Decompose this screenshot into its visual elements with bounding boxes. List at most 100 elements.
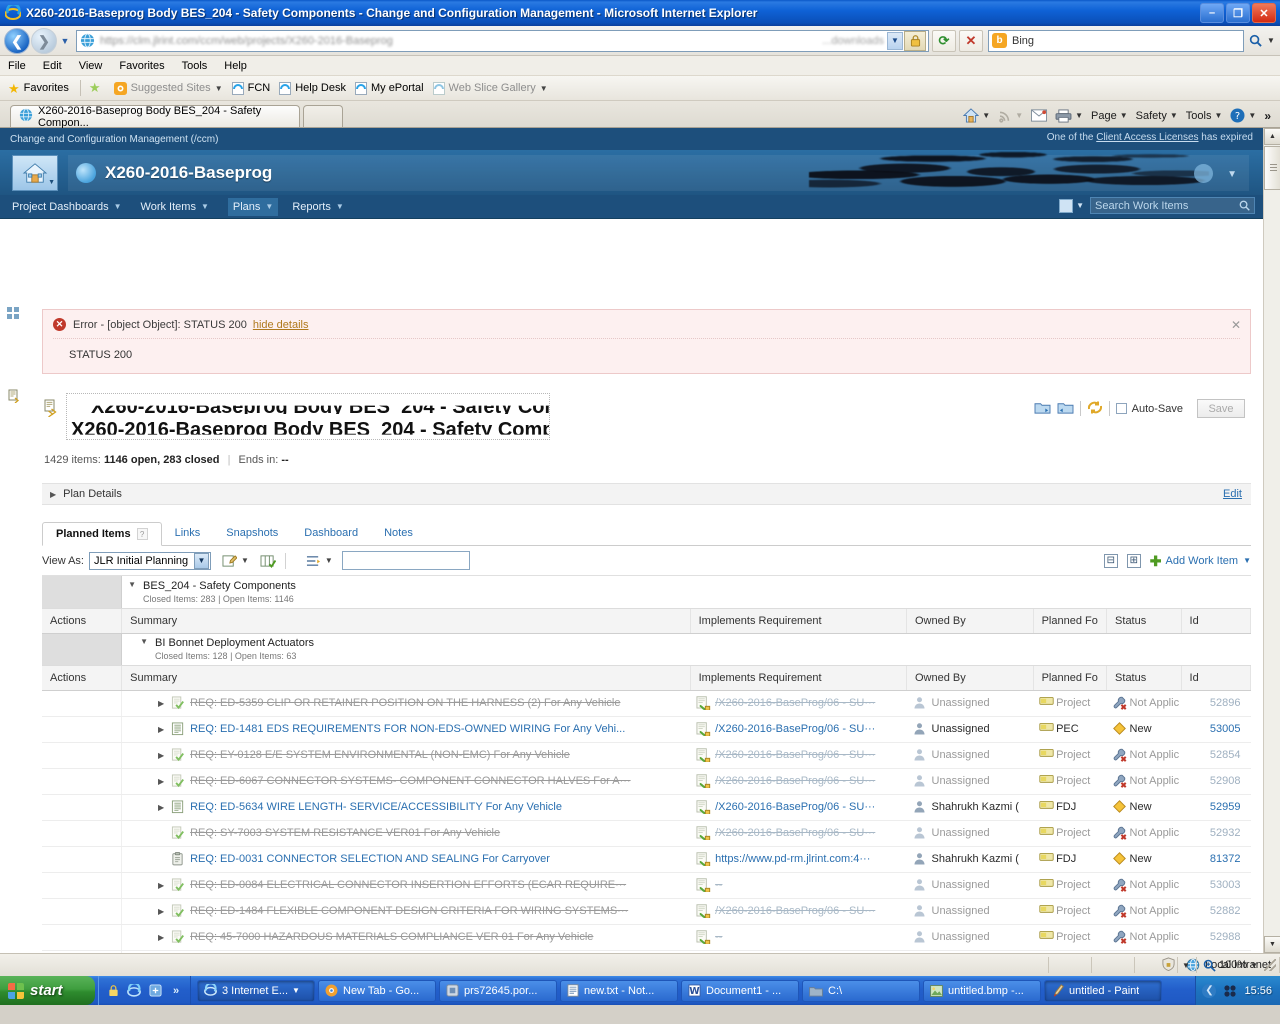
taskbar-button[interactable]: C:\ (802, 979, 920, 1002)
print-button[interactable]: ▼ (1052, 108, 1086, 123)
chevron-down-icon[interactable]: ▼ (1075, 111, 1083, 120)
column-header-implements-requirement[interactable]: Implements Requirement (690, 607, 908, 634)
tab-planned-items[interactable]: Planned Items ? (42, 522, 162, 546)
stop-button[interactable]: ✕ (959, 29, 983, 52)
favorite-web-slice-gallery[interactable]: Web Slice Gallery ▼ (432, 81, 548, 95)
quick-launch-ie-icon[interactable] (127, 983, 141, 998)
forward-button[interactable]: ❯ (31, 27, 57, 54)
id-cell[interactable]: 52882 (1181, 898, 1251, 925)
favorite-fcn[interactable]: FCN (231, 81, 270, 95)
summary-cell[interactable]: ▶ REQ: 45-7000 HAZARDOUS MATERIALS COMPLI… (121, 924, 691, 951)
implements-requirement-cell[interactable]: /X260-2016-BaseProg/06 - SU··· (690, 716, 907, 743)
owned-by-cell[interactable]: Unassigned (906, 872, 1034, 899)
chevron-down-icon[interactable]: ▼ (336, 202, 344, 211)
search-work-items-input[interactable]: Search Work Items (1090, 197, 1255, 214)
page-scrollbar-vertical[interactable]: ▲ ▼ (1263, 128, 1280, 953)
expand-triangle-icon[interactable]: ▶ (156, 907, 166, 916)
columns-button[interactable] (260, 554, 276, 568)
summary-cell[interactable]: ▶ REQ: ED-1484 FLEXIBLE COMPONENT DESIGN … (121, 898, 691, 925)
refresh-plan-icon[interactable] (1087, 400, 1103, 418)
summary-cell[interactable]: ▶ REQ: ED-5634 WIRE LENGTH- SERVICE/ACCES… (121, 794, 691, 821)
chevron-down-icon[interactable]: ▼ (194, 552, 209, 569)
save-button[interactable]: Save (1197, 399, 1245, 418)
owned-by-cell[interactable]: Unassigned (906, 716, 1034, 743)
status-cell[interactable]: Not Applic (1106, 768, 1182, 795)
owned-by-cell[interactable]: Shahrukh Kazmi ( (906, 794, 1034, 821)
table-row[interactable]: ▶ REQ: ED-0084 ELECTRICAL CONNECTOR INSER… (42, 872, 1251, 899)
security-lock-icon[interactable] (904, 30, 926, 51)
table-row[interactable]: ▶ REQ: 45-7000 HAZARDOUS MATERIALS COMPLI… (42, 924, 1251, 951)
nav-plans[interactable]: Plans ▼ (227, 197, 279, 216)
chevron-down-icon[interactable]: ▼ (1243, 556, 1251, 565)
implements-requirement-cell[interactable]: /X260-2016-BaseProg/06 - SU··· (690, 794, 907, 821)
row-actions-cell[interactable] (42, 742, 123, 769)
column-header-actions[interactable]: Actions (42, 607, 123, 634)
chevron-down-icon[interactable]: ▼ (982, 111, 990, 120)
help-button[interactable]: ? ▼ (1227, 108, 1259, 123)
column-header-summary[interactable]: Summary (121, 664, 691, 691)
status-cell[interactable]: Not Applic (1106, 898, 1182, 925)
summary-cell[interactable]: ▶REQ: SY-7003 SYSTEM RESISTANCE VER01 Fo… (121, 820, 691, 847)
implements-requirement-cell[interactable]: -- (690, 872, 907, 899)
scroll-down-button[interactable]: ▼ (1264, 936, 1280, 953)
filter-button[interactable]: ▼ (306, 554, 333, 568)
search-options-chevron-icon[interactable]: ▼ (1266, 36, 1276, 45)
planned-for-cell[interactable]: Project (1033, 924, 1107, 951)
status-cell[interactable]: Not Applic (1106, 924, 1182, 951)
status-cell[interactable]: Not Applic (1106, 742, 1182, 769)
owned-by-cell[interactable]: Unassigned (906, 768, 1034, 795)
edit-view-button[interactable]: ▼ (222, 554, 249, 568)
collapse-all-button[interactable]: ⊟ (1103, 553, 1118, 568)
browser-search-box[interactable]: b Bing (988, 29, 1244, 52)
command-bar-overflow[interactable]: » (1261, 109, 1274, 123)
summary-cell[interactable]: ▶ REQ: ED-1481 EDS REQUIREMENTS FOR NON-E… (121, 716, 691, 743)
id-cell[interactable]: 52896 (1181, 690, 1251, 717)
planned-for-cell[interactable]: Project (1033, 742, 1107, 769)
column-header-id[interactable]: Id (1181, 607, 1252, 634)
add-work-item-button[interactable]: ✚ Add Work Item ▼ (1150, 554, 1251, 568)
column-header-status[interactable]: Status (1106, 664, 1182, 691)
id-cell[interactable]: 52959 (1181, 794, 1251, 821)
favorite-my-eportal[interactable]: My ePortal (354, 81, 424, 95)
tools-menu-button[interactable]: Tools ▼ (1183, 110, 1226, 122)
chevron-down-icon[interactable]: ▼ (1227, 169, 1237, 180)
planned-for-cell[interactable]: Project (1033, 690, 1107, 717)
filter-input[interactable] (341, 551, 470, 570)
safety-menu-button[interactable]: Safety ▼ (1133, 110, 1181, 122)
tab-dashboard[interactable]: Dashboard (291, 521, 371, 545)
nav-project-dashboards[interactable]: Project Dashboards ▼ (12, 201, 122, 213)
id-cell[interactable]: 53003 (1181, 872, 1251, 899)
hide-details-link[interactable]: hide details (253, 319, 309, 331)
add-to-favorites-icon[interactable]: ★ (89, 80, 105, 96)
table-row[interactable]: ▶ REQ: ED-5359 CLIP OR RETAINER POSITION … (42, 690, 1251, 717)
chevron-down-icon[interactable]: ▼ (1170, 111, 1178, 120)
implements-requirement-cell[interactable]: /X260-2016-BaseProg/06 - SU··· (690, 690, 907, 717)
expand-triangle-icon[interactable]: ▶ (156, 933, 166, 942)
taskbar-button[interactable]: prs72645.por... (439, 979, 557, 1002)
avatar[interactable] (1194, 163, 1213, 183)
resize-grip[interactable] (1264, 959, 1276, 971)
implements-requirement-cell[interactable]: -- (690, 924, 907, 951)
taskbar-button[interactable]: 3 Internet E... ▼ (197, 979, 315, 1002)
search-scope-icon[interactable] (1059, 198, 1074, 213)
implements-requirement-cell[interactable]: /X260-2016-BaseProg/06 - SU··· (690, 820, 907, 847)
summary-cell[interactable]: ▶REQ: ED-0031 CONNECTOR SELECTION AND SE… (121, 846, 691, 873)
planned-for-cell[interactable]: Project (1033, 872, 1107, 899)
expand-all-button[interactable]: ⊞ (1126, 553, 1141, 568)
row-actions-cell[interactable] (42, 872, 123, 899)
planned-for-cell[interactable]: FDJ (1033, 794, 1107, 821)
chevron-down-icon[interactable]: ▼ (1248, 111, 1256, 120)
auto-save-toggle[interactable]: Auto-Save (1115, 403, 1183, 415)
column-header-actions[interactable]: Actions (42, 664, 123, 691)
implements-requirement-cell[interactable]: https://www.pd-rm.jlrint.com:4··· (690, 846, 907, 873)
table-row[interactable]: ▶ REQ: ED-5634 WIRE LENGTH- SERVICE/ACCES… (42, 794, 1251, 821)
owned-by-cell[interactable]: Unassigned (906, 820, 1034, 847)
id-cell[interactable]: 53005 (1181, 716, 1251, 743)
row-actions-cell[interactable] (42, 768, 123, 795)
back-button[interactable]: ❮ (4, 27, 30, 54)
planned-for-cell[interactable]: Project (1033, 898, 1107, 925)
status-cell[interactable]: Not Applic (1106, 872, 1182, 899)
table-row[interactable]: ▶ REQ: ED-1484 FLEXIBLE COMPONENT DESIGN … (42, 898, 1251, 925)
owned-by-cell[interactable]: Unassigned (906, 690, 1034, 717)
row-actions-cell[interactable] (42, 690, 123, 717)
